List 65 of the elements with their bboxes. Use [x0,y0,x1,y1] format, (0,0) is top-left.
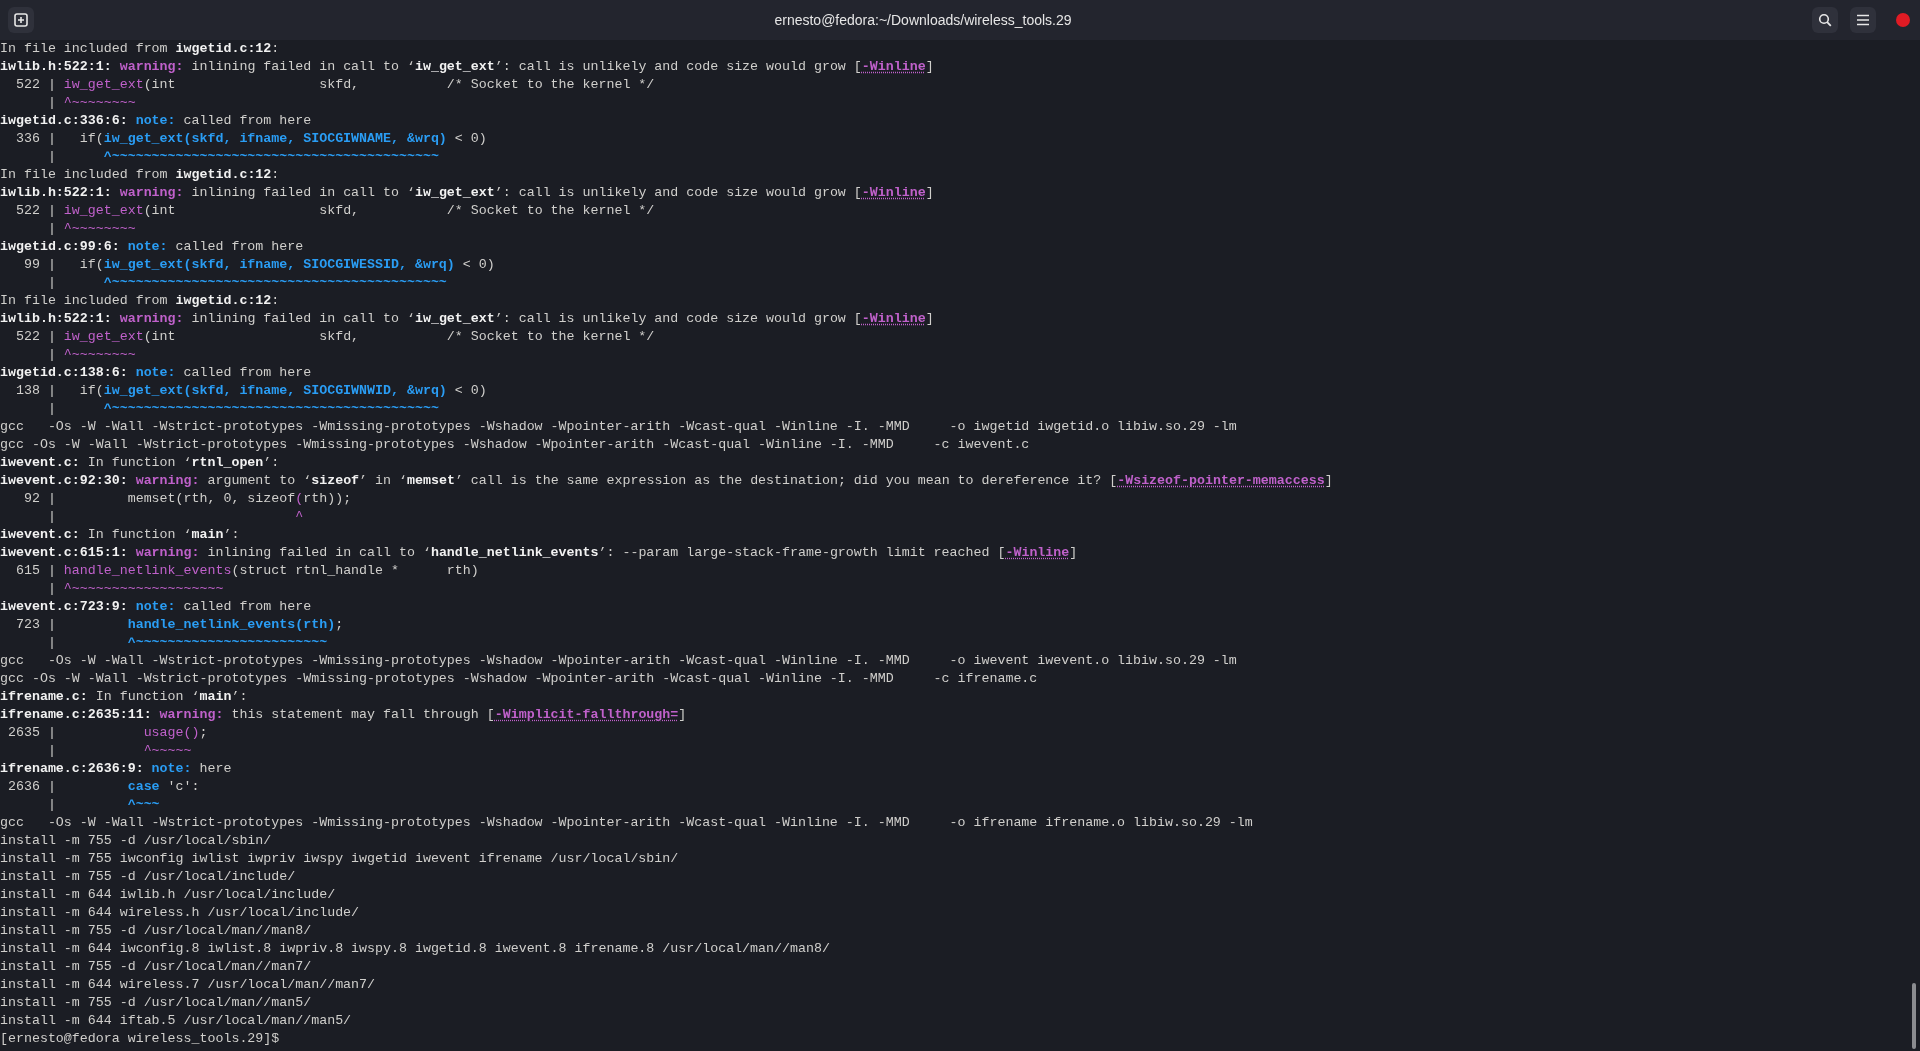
terminal-line: iwgetid.c:336:6: note: called from here [0,112,312,130]
terminal-line: | ^~~~~~~~~ [46,346,136,364]
terminal-line: ifrename.c: In function ‘main’: [0,688,248,706]
terminal-line: iwgetid.c:99:6: note: called from here [0,238,304,256]
terminal-line: In file included from iwgetid.c:12: [0,40,280,58]
terminal-line: gcc -Os -W -Wall -Wstrict-prototypes -Wmissing-prototypes -Wshadow -Wpointer-arith -Wcast-qual -Winline -I. -MMD -o iwgetid iwgetid.o libiw.so.29 -lm [0,418,1237,436]
terminal-line: | ^~~~~~~~~~~~~~~~~~~~~~~~~~~~~~~~~~~~~~~~~~ [46,148,439,166]
search-icon [1818,13,1832,27]
terminal-line: install -m 644 iftab.5 /usr/local/man//man5/ [0,1012,352,1030]
terminal-line: install -m 755 -d /usr/local/man//man5/ [0,994,312,1012]
terminal-line: gcc -Os -W -Wall -Wstrict-prototypes -Wmissing-prototypes -Wshadow -Wpointer-arith -Wcast-qual -Winline -I. -MMD -o iwevent iwevent.o libiw.so.29 -lm [0,652,1237,670]
terminal-line: 522 | iw_get_ext(int skfd, /* Socket to the kernel */ [14,202,655,220]
terminal-line: 92 | memset(rth, 0, sizeof(rth)); [22,490,352,508]
terminal-line: install -m 644 wireless.7 /usr/local/man//man7/ [0,976,376,994]
terminal-line: | ^~~~~~~~~~~~~~~~~~~~~~~~~ [46,634,328,652]
terminal-line: | ^~~~~~~~~ [46,94,136,112]
terminal-line: 615 | handle_netlink_events(struct rtnl_handle * rth) [14,562,479,580]
terminal-line: iwevent.c: In function ‘main’: [0,526,240,544]
menu-button[interactable] [1850,7,1876,33]
terminal-line: install -m 644 iwlib.h /usr/local/include/ [0,886,336,904]
terminal-line: 336 | if(iw_get_ext(skfd, ifname, SIOCGIWNAME, &wrq) < 0) [14,130,487,148]
terminal-line: 99 | if(iw_get_ext(skfd, ifname, SIOCGIWESSID, &wrq) < 0) [22,256,495,274]
window-title: ernesto@fedora:~/Downloads/wireless_tools.29 [774,10,1072,30]
terminal-line: 522 | iw_get_ext(int skfd, /* Socket to the kernel */ [14,76,655,94]
terminal-line: | ^~~~ [46,796,160,814]
terminal-line: iwevent.c:615:1: warning: inlining failed in call to ‘handle_netlink_events’: --param large-stack-frame-growth limit reached [-Winline] [0,544,1078,562]
terminal-line: | ^~~~~~~~~ [46,220,136,238]
terminal-line: iwlib.h:522:1: warning: inlining failed in call to ‘iw_get_ext’: call is unlikely and code size would grow [-Winline] [0,58,934,76]
terminal-line: | ^~~~~~~~~~~~~~~~~~~~ [46,580,224,598]
terminal-line: install -m 755 -d /usr/local/man//man8/ [0,922,312,940]
menu-icon [1856,14,1870,26]
terminal-line: ifrename.c:2636:9: note: here [0,760,232,778]
terminal-line: | ^ [46,508,304,526]
terminal-line: 723 | handle_netlink_events(rth); [14,616,344,634]
terminal-line: [ernesto@fedora wireless_tools.29]$ [0,1030,280,1048]
close-button[interactable] [1896,13,1910,27]
terminal-line: gcc -Os -W -Wall -Wstrict-prototypes -Wmissing-prototypes -Wshadow -Wpointer-arith -Wcast-qual -Winline -I. -MMD -c iwevent.c [0,436,1030,454]
terminal-line: install -m 755 -d /usr/local/man//man7/ [0,958,312,976]
terminal-line: install -m 755 iwconfig iwlist iwpriv iwspy iwgetid iwevent ifrename /usr/local/sbin/ [0,850,679,868]
terminal-line: iwlib.h:522:1: warning: inlining failed in call to ‘iw_get_ext’: call is unlikely and code size would grow [-Winline] [0,184,934,202]
terminal-line: 2636 | case 'c': [6,778,200,796]
terminal-line: iwevent.c: In function ‘rtnl_open’: [0,454,280,472]
terminal-line: install -m 644 iwconfig.8 iwlist.8 iwpriv.8 iwspy.8 iwgetid.8 iwevent.8 ifrename.8 /usr/local/man//man8/ [0,940,830,958]
terminal-line: 2635 | usage(); [6,724,208,742]
terminal-line: | ^~~~~~ [46,742,192,760]
terminal-line: 522 | iw_get_ext(int skfd, /* Socket to the kernel */ [14,328,655,346]
terminal-line: iwevent.c:92:30: warning: argument to ‘sizeof’ in ‘memset’ call is the same expression as the destination; did you mean to dereference it? [-Wsizeof-pointer-memaccess] [0,472,1333,490]
terminal-line: gcc -Os -W -Wall -Wstrict-prototypes -Wmissing-prototypes -Wshadow -Wpointer-arith -Wcast-qual -Winline -I. -MMD -o ifrename ifrename.o libiw.so.29 -lm [0,814,1253,832]
terminal-line: In file included from iwgetid.c:12: [0,292,280,310]
terminal-line: ifrename.c:2635:11: warning: this statement may fall through [-Wimplicit-fallthrough=] [0,706,687,724]
terminal-line: In file included from iwgetid.c:12: [0,166,280,184]
terminal-line: gcc -Os -W -Wall -Wstrict-prototypes -Wmissing-prototypes -Wshadow -Wpointer-arith -Wcast-qual -Winline -I. -MMD -c ifrename.c [0,670,1038,688]
scrollbar-thumb[interactable] [1912,983,1916,1049]
terminal-line: install -m 755 -d /usr/local/include/ [0,868,296,886]
terminal-line: iwlib.h:522:1: warning: inlining failed in call to ‘iw_get_ext’: call is unlikely and code size would grow [-Winline] [0,310,934,328]
terminal-line: install -m 644 wireless.h /usr/local/include/ [0,904,360,922]
terminal-line: | ^~~~~~~~~~~~~~~~~~~~~~~~~~~~~~~~~~~~~~~~~~~ [46,274,447,292]
terminal-line: iwgetid.c:138:6: note: called from here [0,364,312,382]
terminal-line: | ^~~~~~~~~~~~~~~~~~~~~~~~~~~~~~~~~~~~~~~~~~ [46,400,439,418]
terminal-line: 138 | if(iw_get_ext(skfd, ifname, SIOCGIWNWID, &wrq) < 0) [14,382,487,400]
terminal-line: iwevent.c:723:9: note: called from here [0,598,312,616]
search-button[interactable] [1812,7,1838,33]
new-tab-button[interactable] [8,7,34,33]
terminal-line: install -m 755 -d /usr/local/sbin/ [0,832,272,850]
plus-square-icon [14,13,28,27]
